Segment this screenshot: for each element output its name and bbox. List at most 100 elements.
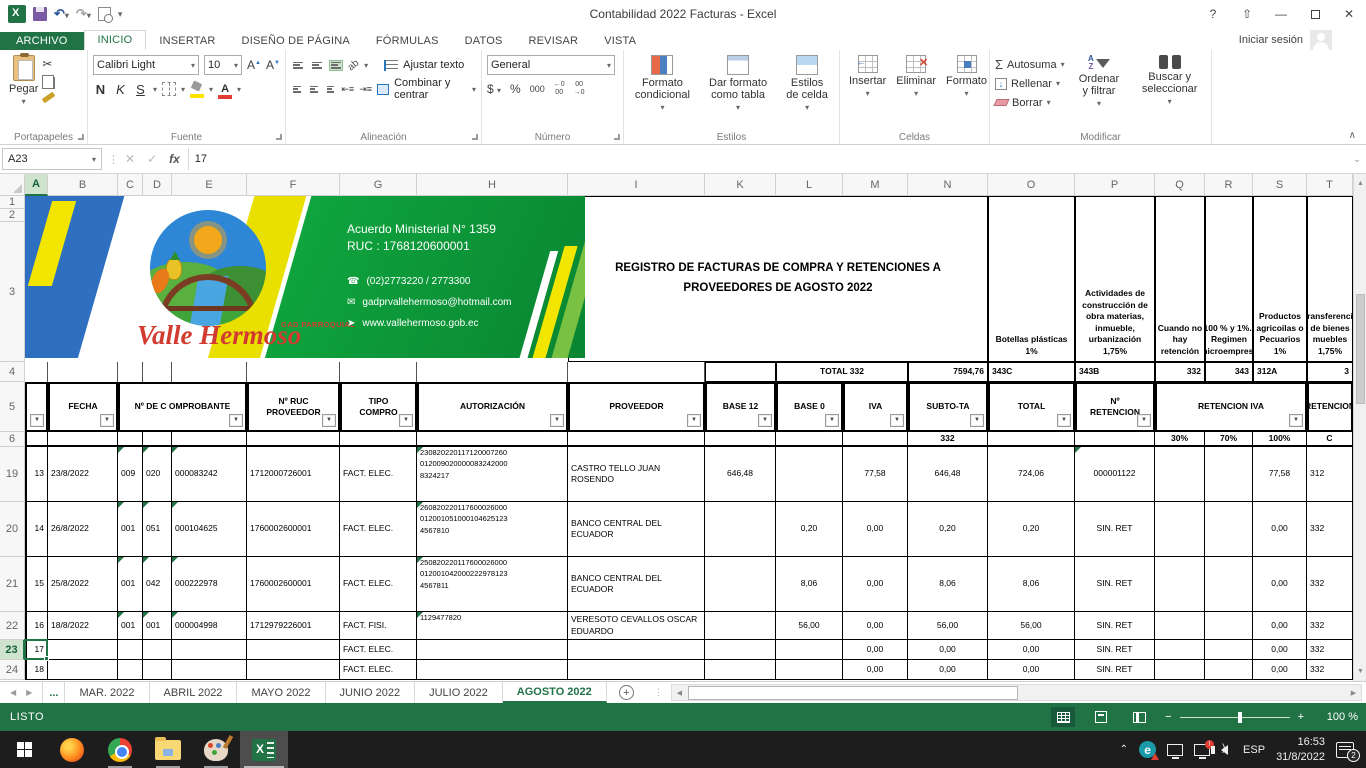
cell-D-4[interactable] [143,362,172,382]
borders-dropdown[interactable]: ▾ [181,85,185,94]
view-page-layout-icon[interactable] [1089,707,1113,727]
cell-M19[interactable]: 77,58 [843,447,908,502]
cell-R19[interactable] [1205,447,1253,502]
tray-expand-icon[interactable]: ⌃ [1120,744,1128,755]
cell-Q6[interactable]: 30% [1155,432,1205,447]
cell-T22[interactable]: 332 [1307,612,1353,640]
grow-font-icon[interactable]: A▲ [247,58,261,72]
sheet-nav-right-icon[interactable]: ▶ [26,688,32,697]
cell-I-4[interactable] [568,362,705,382]
zoom-level[interactable]: 100 % [1318,711,1358,723]
filter-button[interactable]: ▼ [1057,414,1071,427]
col-header-H[interactable]: H [417,174,568,196]
vertical-scrollbar[interactable]: ▲ ▼ [1353,174,1366,681]
cell-H20[interactable]: 260820220117600026000 012001051000104625… [417,502,568,557]
sign-in[interactable]: Iniciar sesión [1239,30,1332,50]
tray-sync-icon[interactable]: ! [1194,744,1210,756]
horizontal-scroll-thumb[interactable] [688,686,1018,700]
cell-A24[interactable]: 18 [25,660,48,680]
row-header-5[interactable]: 5 [0,382,25,432]
copy-icon[interactable] [45,77,55,89]
cell-E-4[interactable] [172,362,247,382]
col-header-A[interactable]: A [25,174,48,196]
cell-L22[interactable]: 56,00 [776,612,843,640]
cell-R21[interactable] [1205,557,1253,612]
notification-center[interactable]: 2 [1336,742,1354,758]
cell-H22[interactable]: 1129477820 [417,612,568,640]
comma-format-icon[interactable]: 000 [530,84,545,94]
sheet-tab-agosto[interactable]: AGOSTO 2022 [503,682,607,703]
row-header-21[interactable]: 21 [0,557,25,612]
cell-G-5[interactable]: TIPO COMPRO▼ [340,382,417,432]
cell-I21[interactable]: BANCO CENTRAL DEL ECUADOR [568,557,705,612]
cell-H23[interactable] [417,640,568,660]
cell-L19[interactable] [776,447,843,502]
cell-Q20[interactable] [1155,502,1205,557]
filter-button[interactable]: ▼ [758,414,772,427]
language-indicator[interactable]: ESP [1243,744,1265,756]
format-button[interactable]: Formato▾ [942,53,991,129]
cell-E22[interactable]: 000004998 [172,612,247,640]
cell-D21[interactable]: 042 [143,557,172,612]
filter-button[interactable]: ▼ [550,414,564,427]
qat-customize-icon[interactable]: ▾ [118,9,123,20]
increase-decimal-icon[interactable]: ←000 [554,81,565,96]
cell-M23[interactable]: 0,00 [843,640,908,660]
cell-O6[interactable] [988,432,1075,447]
cell-C19[interactable]: 009 [118,447,143,502]
cell-E19[interactable]: 000083242 [172,447,247,502]
cell-F19[interactable]: 1712000726001 [247,447,340,502]
cell-K21[interactable] [705,557,776,612]
hscroll-left-icon[interactable]: ◀ [672,685,687,700]
cell-I6[interactable] [568,432,705,447]
taskbar-paint[interactable] [192,731,240,768]
currency-format-icon[interactable]: $ ▾ [487,82,501,96]
cell-T6[interactable]: C [1307,432,1353,447]
col-header-K[interactable]: K [705,174,776,196]
excel-logo-icon[interactable] [8,5,26,23]
wrap-text-icon[interactable] [384,60,398,71]
increase-indent-icon[interactable]: ⇥≡ [359,84,372,95]
cell-B24[interactable] [48,660,118,680]
cell-H19[interactable]: 230820220117120007260 012009020000083242… [417,447,568,502]
cell-K23[interactable] [705,640,776,660]
row-header-1[interactable]: 1 [0,196,25,209]
cell-M21[interactable]: 0,00 [843,557,908,612]
delete-button[interactable]: Eliminar▾ [892,53,940,129]
redo-icon[interactable]: ↷▾ [76,6,91,22]
tab-insertar[interactable]: INSERTAR [146,32,228,50]
col-header-D[interactable]: D [143,174,172,196]
view-page-break-icon[interactable] [1127,707,1151,727]
cell-C-4[interactable] [118,362,143,382]
fill-color-dropdown[interactable]: ▾ [209,85,213,94]
cell-N21[interactable]: 8,06 [908,557,988,612]
sheet-tab-junio[interactable]: JUNIO 2022 [326,682,416,703]
cell-L6[interactable] [776,432,843,447]
col-header-M[interactable]: M [843,174,908,196]
cell-N22[interactable]: 56,00 [908,612,988,640]
tab-archivo[interactable]: ARCHIVO [0,32,84,50]
cell-P-1-3[interactable]: Actividades de construcción de obra mate… [1075,196,1155,362]
cell-A6[interactable] [25,432,48,447]
font-color-dropdown[interactable]: ▾ [237,85,241,94]
cancel-entry-icon[interactable]: ✕ [125,152,135,166]
cell-F20[interactable]: 1760002600001 [247,502,340,557]
select-all-corner[interactable] [0,174,25,196]
cell-L21[interactable]: 8,06 [776,557,843,612]
cell-Q22[interactable] [1155,612,1205,640]
cell-R-1-3[interactable]: 100 % y 1%.- Regimen microempresa [1205,196,1253,362]
cell-F24[interactable] [247,660,340,680]
cell-E24[interactable] [172,660,247,680]
cell-T24[interactable]: 332 [1307,660,1353,680]
tray-display-icon[interactable] [1167,744,1183,756]
decrease-decimal-icon[interactable]: 00→0 [574,81,585,96]
cell-T-4[interactable]: 3 [1307,362,1353,382]
sheet-tab-mar[interactable]: MAR. 2022 [65,682,149,703]
cell-I-N-1-3[interactable]: REGISTRO DE FACTURAS DE COMPRA Y RETENCI… [568,196,988,362]
taskbar-explorer[interactable] [144,731,192,768]
col-header-T[interactable]: T [1307,174,1353,196]
bold-button[interactable]: N [93,82,108,97]
shrink-font-icon[interactable]: A▼ [266,58,280,72]
cell-Q19[interactable] [1155,447,1205,502]
fill-color-icon[interactable] [190,84,204,94]
